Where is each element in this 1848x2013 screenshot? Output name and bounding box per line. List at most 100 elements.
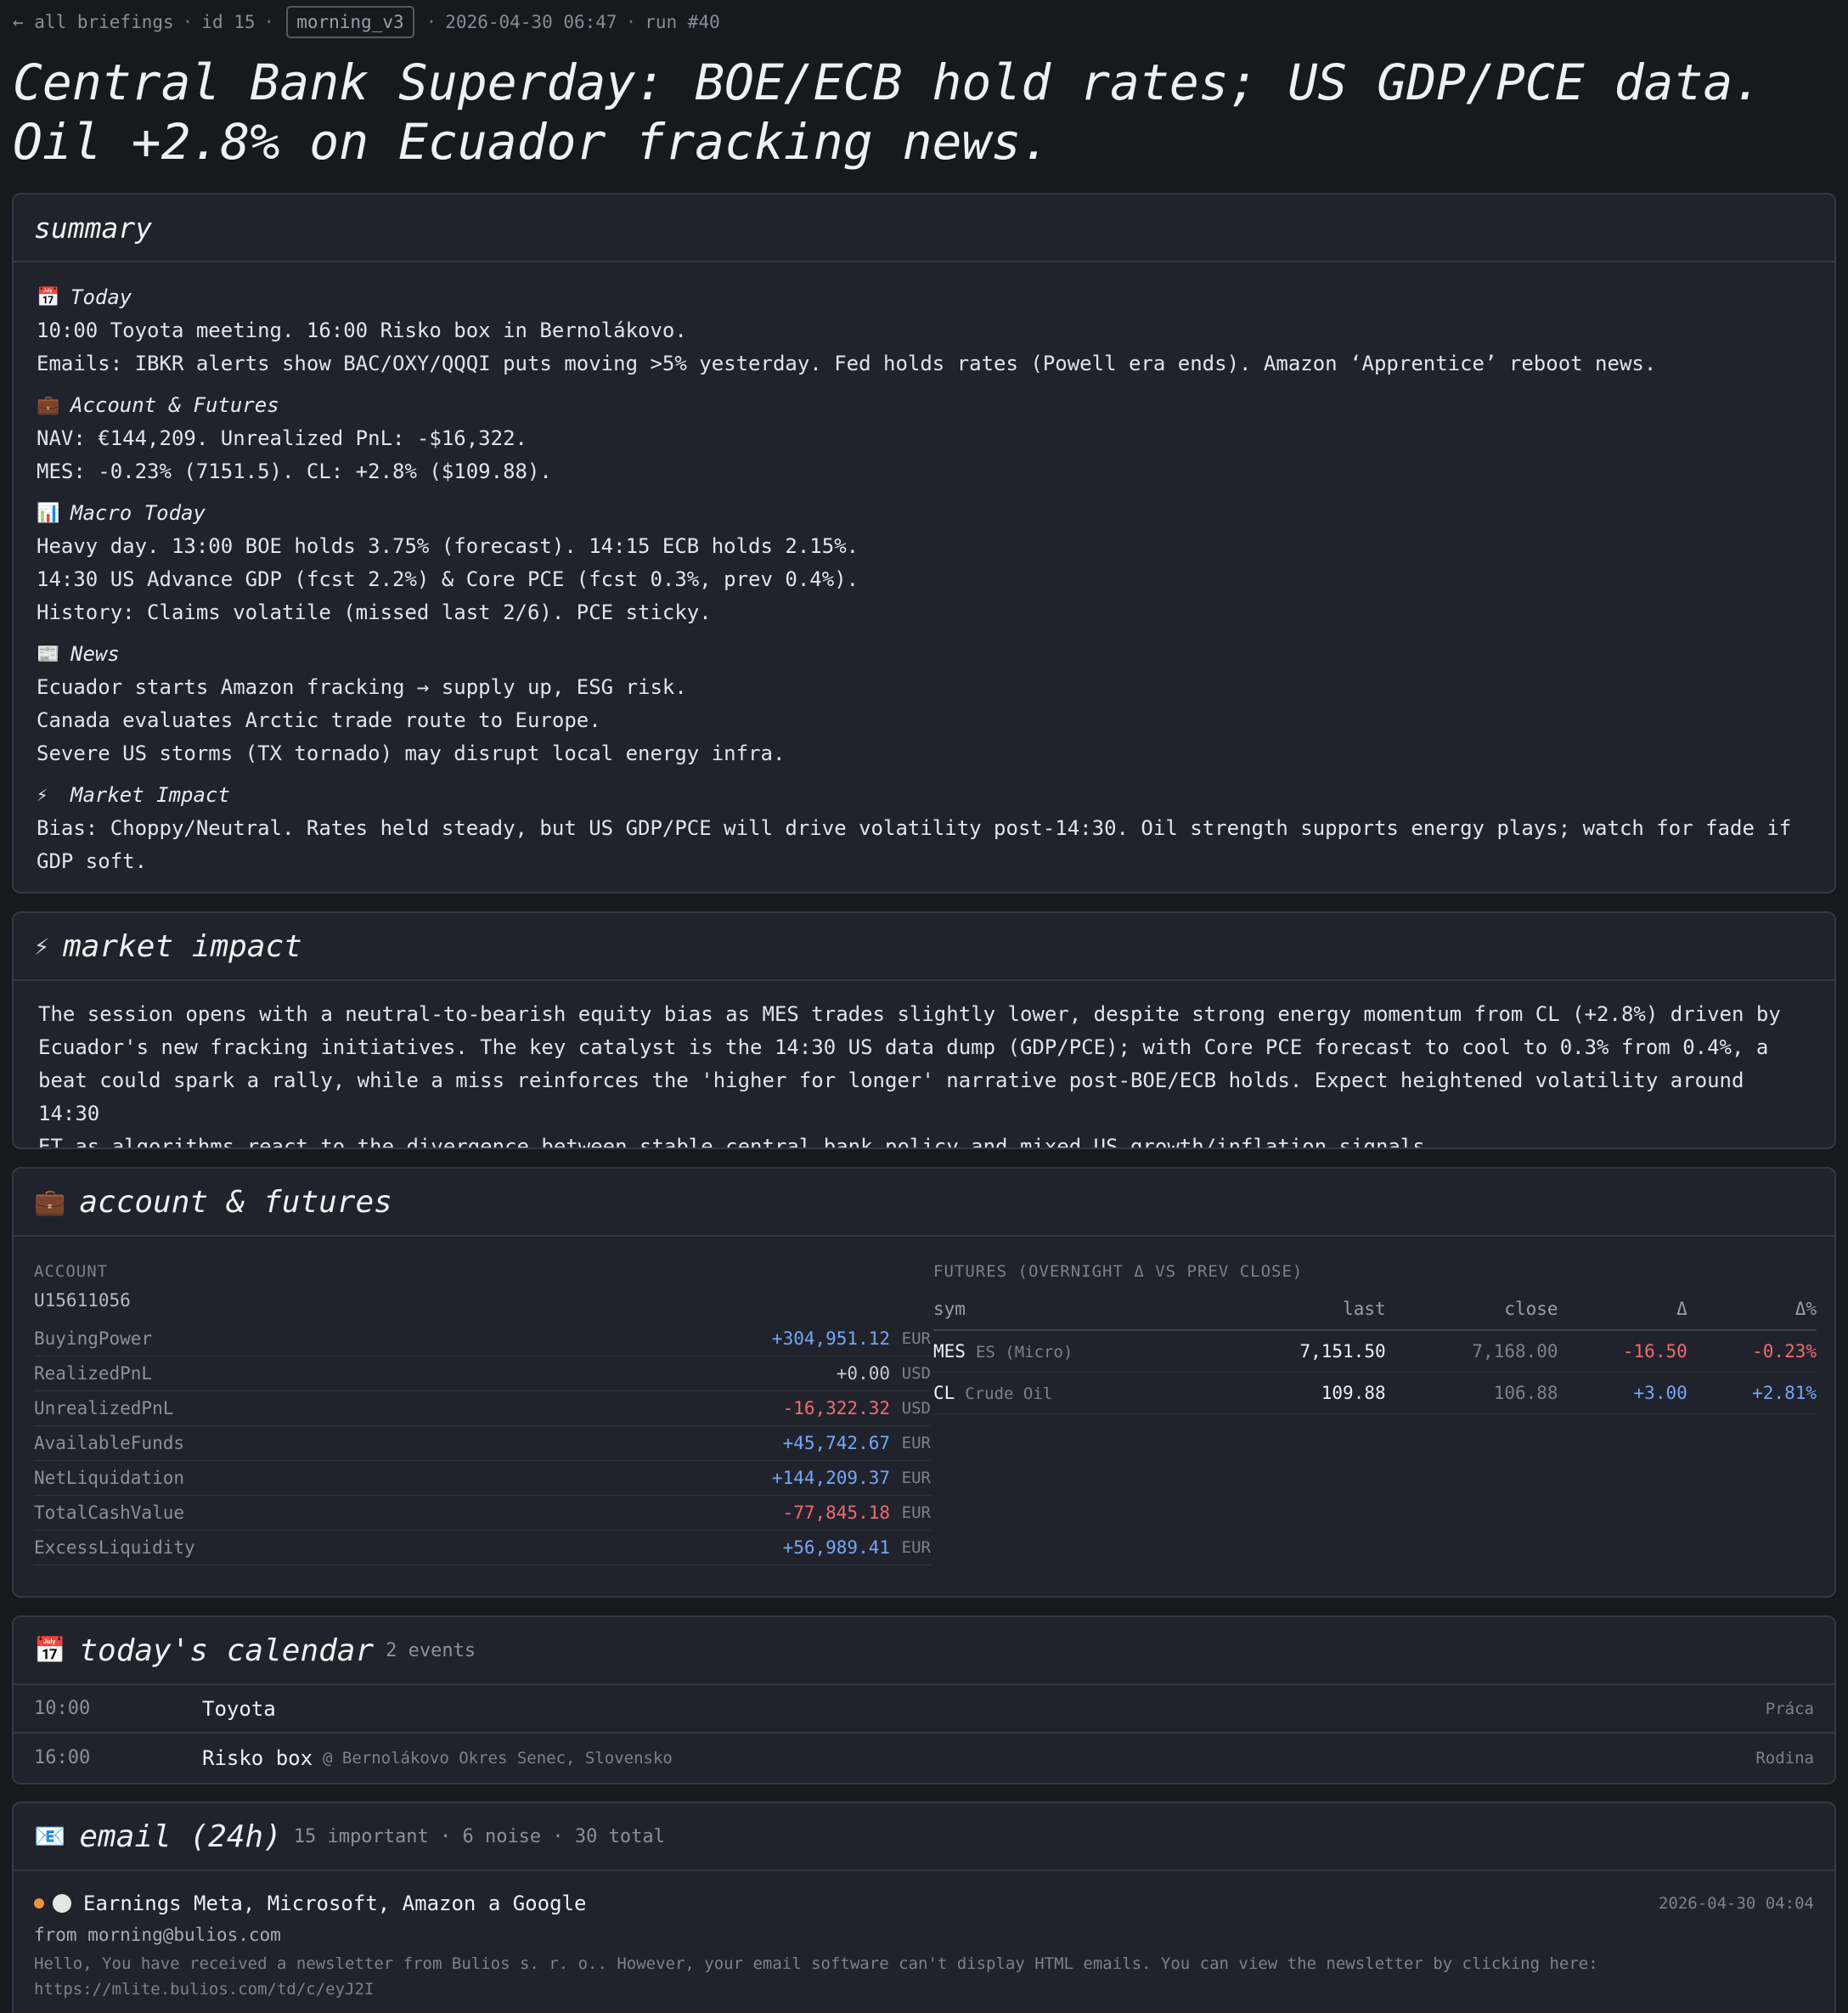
email-panel: 📧 email (24h) 15 important · 6 noise · 3…: [12, 1802, 1836, 2013]
email-counts: 15 important · 6 noise · 30 total: [293, 1825, 665, 1847]
unread-dot-icon: [34, 1898, 44, 1909]
summary-line: Canada evaluates Arctic trade route to E…: [37, 708, 601, 732]
impact-line: ET as algorithms react to the divergence…: [38, 1135, 1438, 1149]
col-last: last: [1213, 1288, 1386, 1331]
run-number: run #40: [645, 12, 720, 32]
briefing-id: id 15: [201, 12, 256, 32]
market-impact-header: ⚡ market impact: [14, 913, 1834, 981]
event-time: 10:00: [34, 1698, 91, 1719]
calendar-event-row[interactable]: 10:00 Toyota Práca: [14, 1685, 1834, 1734]
calendar-event-count: 2 events: [386, 1639, 476, 1661]
impact-line: beat could spark a rally, while a miss r…: [38, 1069, 1744, 1125]
calendar-event-row[interactable]: 16:00 Risko box @ Bernolákovo Okres Senec,…: [14, 1734, 1834, 1782]
email-subject[interactable]: Earnings Meta, Microsoft, Amazon a Googl…: [83, 1892, 586, 1915]
event-location: @ Bernolákovo Okres Senec, Slovensko: [323, 1748, 673, 1768]
macro-heading: 📊 Macro Today: [37, 497, 1811, 530]
event-time: 16:00: [34, 1747, 91, 1768]
account-field-value: +0.00: [836, 1363, 890, 1384]
email-date: 2026-04-30 04:04: [1658, 1894, 1814, 1913]
email-subject-row: Earnings Meta, Microsoft, Amazon a Googl…: [34, 1888, 1814, 1919]
account-field-name: ExcessLiquidity: [34, 1537, 195, 1558]
futures-symbol-cell: MES ES (Micro): [933, 1330, 1214, 1373]
market-impact-body: The session opens with a neutral-to-bear…: [14, 981, 1834, 1149]
account-caption: ACCOUNT: [34, 1262, 109, 1281]
futures-section: FUTURES (OVERNIGHT Δ VS PREV CLOSE) sym …: [933, 1262, 1817, 1414]
futures-row: CL Crude Oil 109.88 106.88 +3.00 +2.81%: [933, 1372, 1817, 1414]
summary-body: 📅 Today 10:00 Toyota meeting. 16:00 Risko…: [14, 262, 1834, 878]
summary-line: Emails: IBKR alerts show BAC/OXY/QQQI pu…: [37, 352, 1657, 375]
news-title: News: [70, 642, 120, 666]
futures-close: 7,168.00: [1385, 1330, 1558, 1373]
account-row: BuyingPower +304,951.12 EUR: [34, 1322, 931, 1356]
futures-caption: FUTURES (OVERNIGHT Δ VS PREV CLOSE): [933, 1262, 1304, 1281]
separator: ·: [625, 12, 637, 32]
summary-panel: summary 📅 Today 10:00 Toyota meeting. 16:…: [12, 193, 1836, 894]
account-field-currency: EUR: [901, 1434, 931, 1452]
back-to-briefings-link[interactable]: ← all briefings: [13, 12, 174, 32]
futures-row: MES ES (Micro) 7,151.50 7,168.00 -16.50 -0.23…: [933, 1330, 1817, 1373]
briefing-timestamp: 2026-04-30 06:47: [445, 12, 617, 32]
impact-heading: ⚡ Market Impact: [37, 779, 1811, 812]
account-field-currency: EUR: [901, 1538, 931, 1557]
email-preview-link[interactable]: https://mlite.bulios.com/td/c/eyJ2I: [34, 1976, 1814, 2002]
calendar-header: 📅 today's calendar 2 events: [14, 1617, 1834, 1685]
summary-line: Bias: Choppy/Neutral. Rates held steady,…: [37, 816, 1792, 840]
news-heading: 📰 News: [37, 638, 1811, 671]
futures-delta-pct: +2.81%: [1687, 1372, 1817, 1414]
account-field-value: +45,742.67: [782, 1433, 890, 1453]
market-impact-panel: ⚡ market impact The session opens with a…: [12, 911, 1836, 1149]
calendar-icon: 📅: [37, 287, 60, 308]
account-futures-title: account & futures: [79, 1184, 392, 1220]
account-futures-panel: 💼 account & futures ACCOUNT U15611056 Bu…: [12, 1167, 1836, 1598]
bar-chart-icon: 📊: [37, 503, 60, 524]
account-field-value: -16,322.32: [782, 1398, 890, 1418]
col-sym: sym: [933, 1288, 1214, 1331]
account-field-value: +144,209.37: [771, 1468, 890, 1488]
summary-line: NAV: €144,209. Unrealized PnL: -$16,322.: [37, 426, 527, 450]
account-field-name: TotalCashValue: [34, 1503, 185, 1523]
account-row: ExcessLiquidity +56,989.41 EUR: [34, 1531, 931, 1565]
futures-description: ES (Micro): [975, 1342, 1073, 1362]
macro-title: Macro Today: [70, 501, 206, 525]
account-row: RealizedPnL +0.00 USD: [34, 1356, 931, 1391]
account-field-name: NetLiquidation: [34, 1468, 185, 1488]
summary-line: 10:00 Toyota meeting. 16:00 Risko box in…: [37, 319, 687, 342]
account-field-name: BuyingPower: [34, 1328, 153, 1349]
summary-title: summary: [34, 211, 153, 245]
futures-delta: -16.50: [1558, 1330, 1687, 1373]
newspaper-icon: 📰: [37, 644, 60, 665]
separator: ·: [425, 12, 437, 32]
email-item[interactable]: Earnings Meta, Microsoft, Amazon a Googl…: [14, 1871, 1834, 2002]
calendar-title: today's calendar: [79, 1632, 375, 1668]
col-close: close: [1385, 1288, 1558, 1331]
account-row: NetLiquidation +144,209.37 EUR: [34, 1461, 931, 1496]
account-field-value: +56,989.41: [782, 1537, 890, 1558]
col-delta-pct: Δ%: [1687, 1288, 1817, 1331]
summary-line: 14:30 US Advance GDP (fcst 2.2%) & Core …: [37, 567, 859, 591]
email-from: from morning@bulios.com: [34, 1925, 281, 1945]
account-futures-header: 💼 account & futures: [14, 1169, 1834, 1237]
briefcase-icon: 💼: [37, 395, 60, 416]
futures-symbol: CL: [933, 1382, 955, 1403]
event-title: Risko box: [202, 1745, 313, 1770]
summary-line: Heavy day. 13:00 BOE holds 3.75% (foreca…: [37, 534, 859, 558]
futures-close: 106.88: [1385, 1372, 1558, 1414]
summary-line: Severe US storms (TX tornado) may disrup…: [37, 741, 786, 765]
impact-line: The session opens with a neutral-to-bear…: [38, 1002, 1781, 1026]
account-field-name: UnrealizedPnL: [34, 1398, 174, 1418]
futures-delta-pct: -0.23%: [1687, 1330, 1817, 1373]
calendar-icon: 📅: [34, 1635, 66, 1666]
separator: ·: [263, 12, 275, 32]
briefing-headline: Central Bank Superday: BOE/ECB hold rate…: [13, 54, 1763, 171]
account-field-currency: EUR: [901, 1503, 931, 1522]
white-circle-icon: [53, 1894, 71, 1913]
account-section: ACCOUNT U15611056 BuyingPower +304,951.12…: [34, 1262, 931, 1565]
account-id: U15611056: [34, 1290, 131, 1311]
futures-last: 109.88: [1213, 1372, 1386, 1414]
account-field-value: -77,845.18: [782, 1503, 890, 1523]
futures-symbol: MES: [933, 1340, 966, 1362]
account-field-currency: USD: [901, 1364, 931, 1383]
email-preview: Hello, You have received a newsletter fr…: [34, 1954, 1598, 1973]
template-tag: morning_v3: [286, 6, 414, 38]
futures-header-row: sym last close Δ Δ%: [933, 1288, 1817, 1331]
